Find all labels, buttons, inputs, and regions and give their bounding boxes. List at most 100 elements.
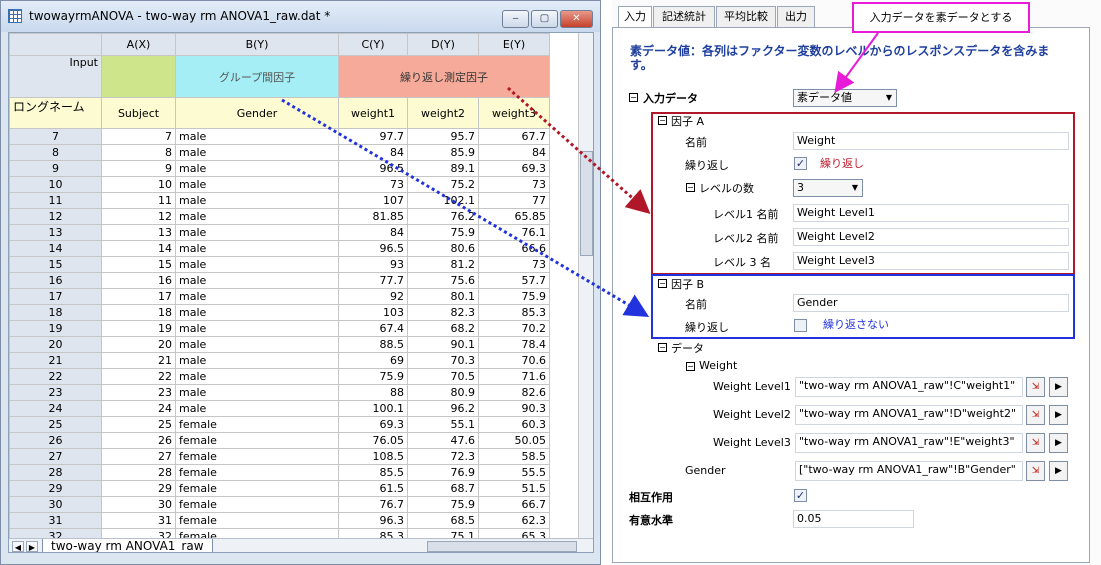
- table-cell[interactable]: 55.5: [478, 464, 550, 481]
- table-cell[interactable]: 84: [338, 144, 408, 161]
- column-header-c[interactable]: C(Y): [338, 33, 408, 56]
- table-cell[interactable]: 77.7: [338, 272, 408, 289]
- range-picker-icon[interactable]: ⇲: [1026, 461, 1045, 481]
- table-cell[interactable]: male: [175, 144, 339, 161]
- table-cell[interactable]: 29: [101, 480, 176, 497]
- window-titlebar[interactable]: twowayrmANOVA - two-way rm ANOVA1_raw.da…: [1, 1, 600, 32]
- table-cell[interactable]: 84: [338, 224, 408, 241]
- column-header-d[interactable]: D(Y): [407, 33, 479, 56]
- row-header[interactable]: 28: [9, 464, 102, 481]
- row-header[interactable]: 15: [9, 256, 102, 273]
- table-cell[interactable]: 69.3: [338, 416, 408, 433]
- table-cell[interactable]: 70.2: [478, 320, 550, 337]
- table-cell[interactable]: 68.2: [407, 320, 479, 337]
- table-cell[interactable]: 66.6: [478, 240, 550, 257]
- expand-arrow-icon[interactable]: ▶: [1049, 377, 1068, 397]
- collapse-toggle-icon[interactable]: −: [686, 362, 695, 371]
- table-cell[interactable]: 17: [101, 288, 176, 305]
- table-cell[interactable]: 76.2: [407, 208, 479, 225]
- table-cell[interactable]: 85.5: [338, 464, 408, 481]
- row-header[interactable]: 20: [9, 336, 102, 353]
- vertical-scrollbar[interactable]: [578, 33, 593, 538]
- worksheet-grid[interactable]: A(X) B(Y) C(Y) D(Y) E(Y) Input グループ間因子 繰…: [8, 32, 594, 553]
- table-cell[interactable]: male: [175, 240, 339, 257]
- table-cell[interactable]: 50.05: [478, 432, 550, 449]
- table-cell[interactable]: 7: [101, 128, 176, 145]
- table-cell[interactable]: 75.6: [407, 272, 479, 289]
- table-cell[interactable]: male: [175, 288, 339, 305]
- table-cell[interactable]: 96.2: [407, 400, 479, 417]
- table-cell[interactable]: 85.9: [407, 144, 479, 161]
- expand-arrow-icon[interactable]: ▶: [1049, 461, 1068, 481]
- table-cell[interactable]: 72.3: [407, 448, 479, 465]
- column-header-b[interactable]: B(Y): [175, 33, 339, 56]
- row-header[interactable]: 21: [9, 352, 102, 369]
- range-picker-icon[interactable]: ⇲: [1026, 405, 1045, 425]
- sheet-tab[interactable]: two-way rm ANOVA1_raw: [42, 539, 213, 552]
- longname-cell[interactable]: Subject: [101, 97, 176, 129]
- table-cell[interactable]: 81.85: [338, 208, 408, 225]
- expand-arrow-icon[interactable]: ▶: [1049, 405, 1068, 425]
- table-cell[interactable]: 66.7: [478, 496, 550, 513]
- table-cell[interactable]: 88.5: [338, 336, 408, 353]
- table-cell[interactable]: 70.5: [407, 368, 479, 385]
- longname-cell[interactable]: Gender: [175, 97, 339, 129]
- table-cell[interactable]: 75.9: [338, 368, 408, 385]
- alpha-field[interactable]: 0.05: [793, 510, 914, 528]
- table-cell[interactable]: male: [175, 304, 339, 321]
- table-cell[interactable]: 96.3: [338, 512, 408, 529]
- table-cell[interactable]: 60.3: [478, 416, 550, 433]
- table-cell[interactable]: female: [175, 512, 339, 529]
- column-header-a[interactable]: A(X): [101, 33, 176, 56]
- table-cell[interactable]: 81.2: [407, 256, 479, 273]
- horizontal-scroll-thumb[interactable]: [427, 541, 577, 552]
- table-cell[interactable]: 70.6: [478, 352, 550, 369]
- table-cell[interactable]: 93: [338, 256, 408, 273]
- interaction-checkbox[interactable]: ✓: [794, 489, 807, 502]
- row-header[interactable]: 9: [9, 160, 102, 177]
- row-header[interactable]: 29: [9, 480, 102, 497]
- table-cell[interactable]: 22: [101, 368, 176, 385]
- table-cell[interactable]: 28: [101, 464, 176, 481]
- table-cell[interactable]: 80.1: [407, 288, 479, 305]
- table-cell[interactable]: 30: [101, 496, 176, 513]
- table-cell[interactable]: 75.9: [478, 288, 550, 305]
- table-cell[interactable]: 96.5: [338, 240, 408, 257]
- input-cell-between-factor[interactable]: グループ間因子: [175, 55, 339, 98]
- longname-cell[interactable]: weight3: [478, 97, 550, 129]
- row-header[interactable]: 24: [9, 400, 102, 417]
- input-cell-a[interactable]: [101, 55, 176, 98]
- tab-means-comparison[interactable]: 平均比較: [716, 6, 776, 28]
- table-cell[interactable]: 77: [478, 192, 550, 209]
- table-cell[interactable]: 71.6: [478, 368, 550, 385]
- table-cell[interactable]: 92: [338, 288, 408, 305]
- table-cell[interactable]: male: [175, 272, 339, 289]
- table-cell[interactable]: female: [175, 416, 339, 433]
- table-cell[interactable]: male: [175, 400, 339, 417]
- table-cell[interactable]: male: [175, 128, 339, 145]
- collapse-toggle-icon[interactable]: −: [629, 93, 638, 102]
- table-cell[interactable]: 25: [101, 416, 176, 433]
- row-header[interactable]: 18: [9, 304, 102, 321]
- range-picker-icon[interactable]: ⇲: [1026, 433, 1045, 453]
- table-cell[interactable]: 62.3: [478, 512, 550, 529]
- table-cell[interactable]: 96.5: [338, 160, 408, 177]
- table-cell[interactable]: 67.4: [338, 320, 408, 337]
- row-header[interactable]: 11: [9, 192, 102, 209]
- table-cell[interactable]: 51.5: [478, 480, 550, 497]
- row-header[interactable]: 26: [9, 432, 102, 449]
- table-cell[interactable]: 84: [478, 144, 550, 161]
- table-cell[interactable]: male: [175, 320, 339, 337]
- table-cell[interactable]: 20: [101, 336, 176, 353]
- expand-arrow-icon[interactable]: ▶: [1049, 433, 1068, 453]
- table-cell[interactable]: female: [175, 496, 339, 513]
- input-data-dropdown[interactable]: 素データ値 ▼: [793, 89, 897, 107]
- table-cell[interactable]: 103: [338, 304, 408, 321]
- table-cell[interactable]: 19: [101, 320, 176, 337]
- table-cell[interactable]: 11: [101, 192, 176, 209]
- collapse-toggle-icon[interactable]: −: [658, 343, 667, 352]
- table-cell[interactable]: 70.3: [407, 352, 479, 369]
- table-cell[interactable]: 76.7: [338, 496, 408, 513]
- table-cell[interactable]: 65.85: [478, 208, 550, 225]
- table-cell[interactable]: 15: [101, 256, 176, 273]
